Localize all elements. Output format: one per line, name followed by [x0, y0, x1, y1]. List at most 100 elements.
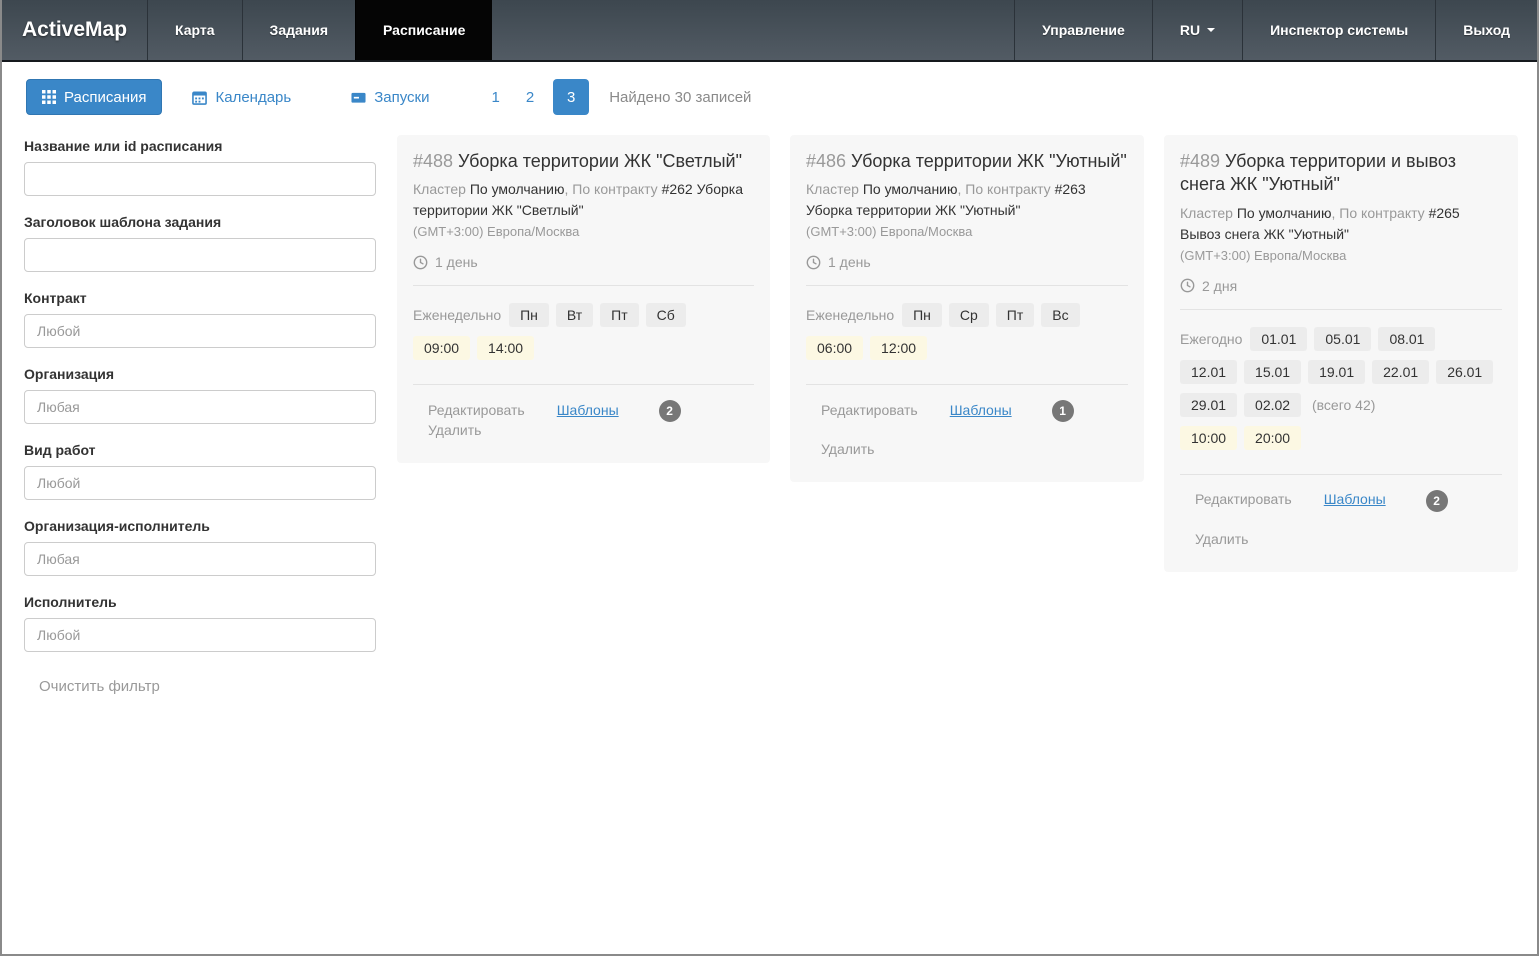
filter-executor-label: Исполнитель — [24, 594, 376, 610]
main-nav: КартаЗаданияРасписание — [147, 0, 492, 60]
pagination: 1 2 3 — [479, 79, 596, 115]
templates-link-label: Шаблоны — [557, 402, 619, 418]
cluster-value: По умолчанию — [863, 181, 958, 197]
tab-calendar-label: Календарь — [215, 89, 291, 106]
nav-item-schedule[interactable]: Расписание — [355, 0, 492, 60]
card-meta: Кластер По умолчанию, По контракту #262 … — [413, 179, 754, 221]
cluster-label: Кластер — [1180, 205, 1237, 221]
tab-calendar[interactable]: Календарь — [177, 79, 306, 115]
period-chip: Пт — [996, 303, 1034, 327]
tab-schedules[interactable]: Расписания — [26, 79, 162, 115]
period-chip: Пн — [509, 303, 549, 327]
contract-label: , По контракту — [958, 181, 1055, 197]
time-chip: 10:00 — [1180, 426, 1237, 450]
card-title-text: Уборка территории ЖК "Светлый" — [458, 151, 742, 171]
top-navbar: ActiveMap КартаЗаданияРасписание Управле… — [2, 0, 1537, 62]
clear-filter-link[interactable]: Очистить фильтр — [39, 678, 160, 695]
card-title: #486 Уборка территории ЖК "Уютный" — [806, 150, 1128, 173]
content-area: Название или id расписанияЗаголовок шабл… — [2, 120, 1537, 696]
card-meta: Кластер По умолчанию, По контракту #263 … — [806, 179, 1128, 221]
timezone-label: (GMT+3:00) Европа/Москва — [1180, 248, 1502, 263]
schedule-card: #486 Уборка территории ЖК "Уютный" Класте… — [790, 135, 1144, 482]
templates-button[interactable]: Шаблоны2 — [557, 402, 681, 418]
cluster-label: Кластер — [413, 181, 470, 197]
times-row: 09:00 14:00 — [413, 336, 754, 369]
templates-link-label: Шаблоны — [1324, 491, 1386, 507]
times-row: 10:00 20:00 — [1180, 426, 1502, 459]
delete-button[interactable]: Удалить — [821, 441, 874, 457]
tab-launches[interactable]: Запуски — [336, 79, 444, 115]
edit-button[interactable]: Редактировать — [821, 402, 918, 418]
nav-item-language[interactable]: RU — [1152, 0, 1242, 60]
edit-button[interactable]: Редактировать — [428, 402, 525, 418]
filter-contract-input[interactable] — [24, 314, 376, 348]
clock-icon — [413, 255, 428, 270]
card-actions-row: Удалить — [806, 441, 1128, 457]
period-chip: 19.01 — [1308, 360, 1365, 384]
period-chip: Ср — [949, 303, 989, 327]
delete-button[interactable]: Удалить — [428, 422, 481, 438]
nav-item-logout[interactable]: Выход — [1435, 0, 1537, 60]
cluster-value: По умолчанию — [470, 181, 565, 197]
timezone-label: (GMT+3:00) Европа/Москва — [806, 224, 1128, 239]
card-icon — [351, 90, 366, 105]
filter-executor-input[interactable] — [24, 618, 376, 652]
filter-contract-label: Контракт — [24, 290, 376, 306]
nav-item-map[interactable]: Карта — [147, 0, 242, 60]
card-actions-row: РедактироватьШаблоны2 — [1180, 490, 1502, 512]
filter-executor-organization-label: Организация-исполнитель — [24, 518, 376, 534]
filter-executor-organization-input[interactable] — [24, 542, 376, 576]
card-id: #488 — [413, 151, 458, 171]
period-chip: 22.01 — [1372, 360, 1429, 384]
filter-organization-input[interactable] — [24, 390, 376, 424]
period-chip: Сб — [646, 303, 686, 327]
clock-icon — [806, 255, 821, 270]
period-chip: 12.01 — [1180, 360, 1237, 384]
period-chip: 29.01 — [1180, 393, 1237, 417]
recurrence-row: Еженедельно ПнСрПтВс — [806, 301, 1128, 336]
card-title: #489 Уборка территории и вывоз снега ЖК … — [1180, 150, 1502, 197]
filter-template-title-input[interactable] — [24, 238, 376, 272]
time-chip: 14:00 — [477, 336, 534, 360]
filter-schedule-name-input[interactable] — [24, 162, 376, 196]
contract-label: , По контракту — [565, 181, 662, 197]
nav-item-system-inspector[interactable]: Инспектор системы — [1242, 0, 1435, 60]
period-chip: Пт — [600, 303, 638, 327]
templates-button[interactable]: Шаблоны1 — [950, 402, 1074, 418]
edit-button[interactable]: Редактировать — [1195, 491, 1292, 507]
page-1[interactable]: 1 — [492, 89, 500, 106]
page-3[interactable]: 3 — [553, 79, 589, 115]
period-chip: 08.01 — [1378, 327, 1435, 351]
schedule-card: #489 Уборка территории и вывоз снега ЖК … — [1164, 135, 1518, 572]
card-actions-row: Редактировать Шаблоны1 — [806, 400, 1128, 422]
filter-template-title-label: Заголовок шаблона задания — [24, 214, 376, 230]
duration-row: 1 день — [413, 254, 754, 270]
recurrence-label: Еженедельно — [806, 307, 898, 323]
delete-button[interactable]: Удалить — [1195, 531, 1248, 547]
recurrence-label: Ежегодно — [1180, 331, 1246, 347]
time-chip: 12:00 — [870, 336, 927, 360]
templates-count-badge: 2 — [1426, 490, 1448, 512]
period-chip: Пн — [902, 303, 942, 327]
results-count: Найдено 30 записей — [609, 89, 751, 106]
card-actions-row: РедактироватьШаблоны2Удалить — [413, 400, 754, 438]
card-id: #489 — [1180, 151, 1225, 171]
templates-count-badge: 2 — [659, 400, 681, 422]
period-chip: 15.01 — [1244, 360, 1301, 384]
total-count-note: (всего 42) — [1308, 397, 1375, 413]
filter-organization-label: Организация — [24, 366, 376, 382]
time-chip: 20:00 — [1244, 426, 1301, 450]
tab-launches-label: Запуски — [374, 89, 429, 106]
recurrence-row: Еженедельно ПнВтПтСб — [413, 301, 754, 336]
page-2[interactable]: 2 — [526, 89, 534, 106]
nav-item-tasks[interactable]: Задания — [242, 0, 355, 60]
period-chip: 01.01 — [1250, 327, 1307, 351]
period-chip: 05.01 — [1314, 327, 1371, 351]
templates-button[interactable]: Шаблоны2 — [1324, 491, 1448, 507]
chevron-down-icon — [1207, 28, 1215, 32]
nav-item-management[interactable]: Управление — [1014, 0, 1152, 60]
filter-work-type-input[interactable] — [24, 466, 376, 500]
time-chip: 09:00 — [413, 336, 470, 360]
period-chip: 26.01 — [1436, 360, 1493, 384]
app-logo[interactable]: ActiveMap — [2, 0, 147, 60]
